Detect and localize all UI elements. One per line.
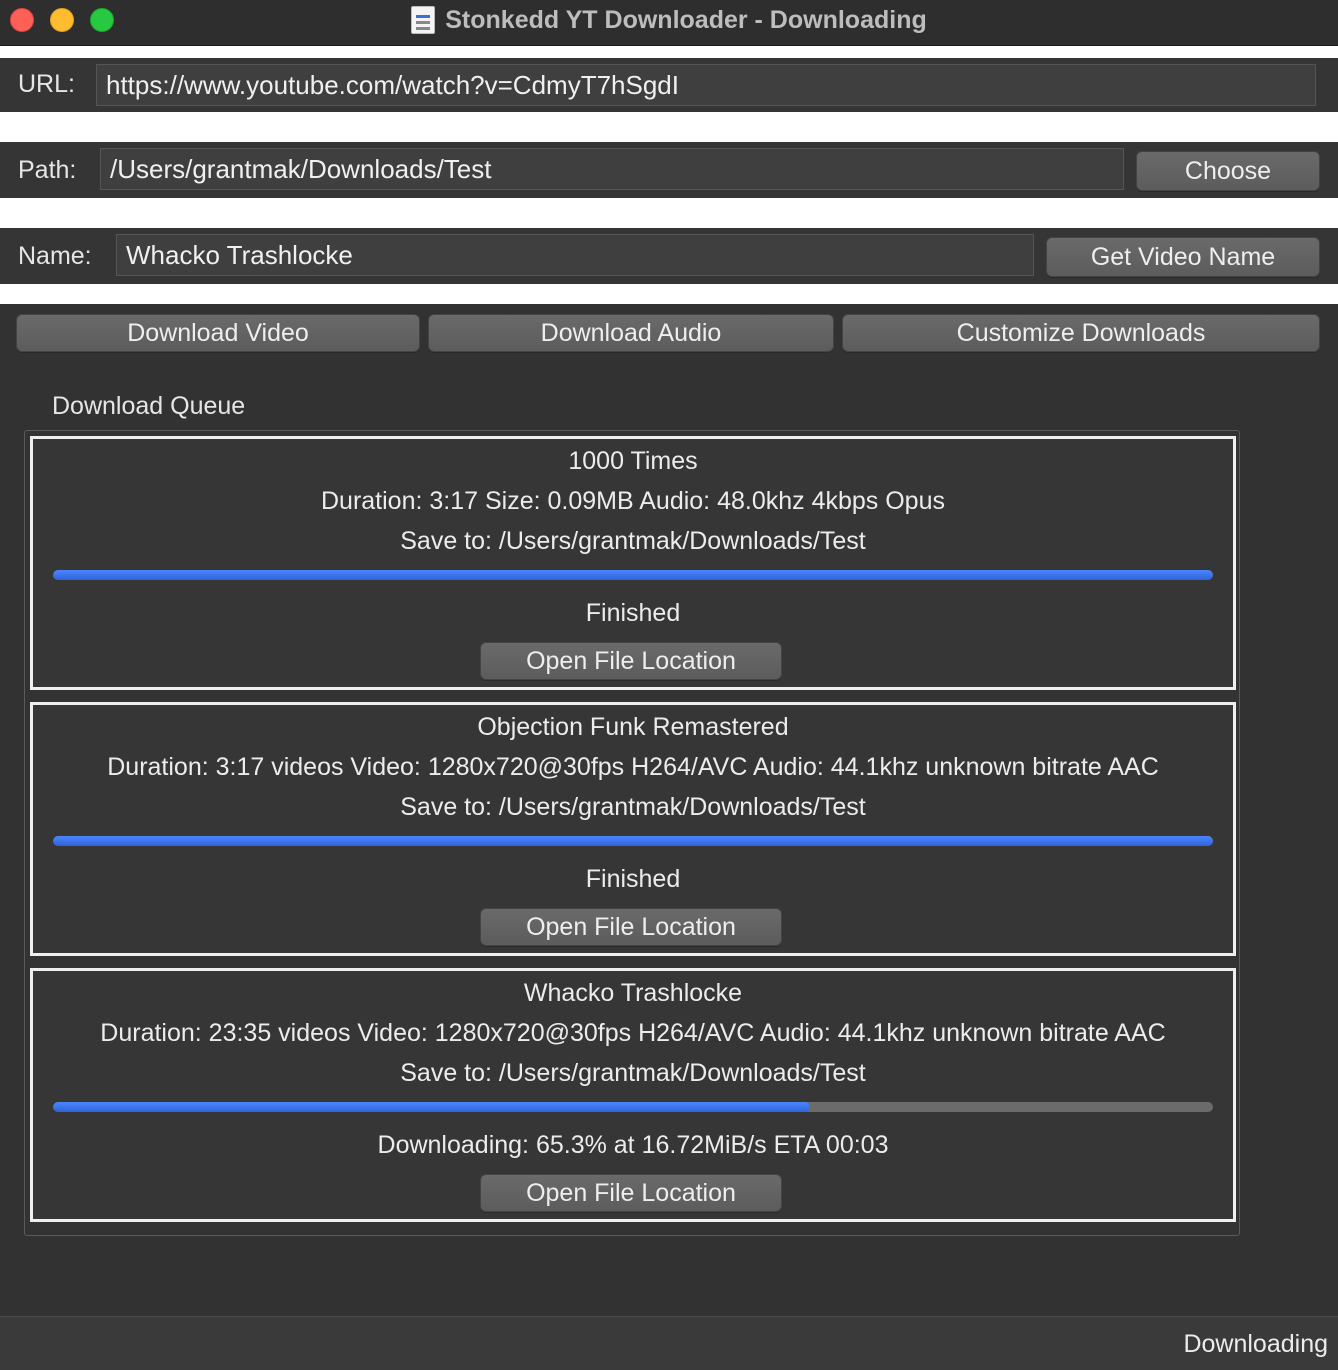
name-input[interactable]: Whacko Trashlocke — [116, 234, 1034, 276]
item-save-path: Save to: /Users/grantmak/Downloads/Test — [400, 527, 866, 555]
queue-heading: Download Queue — [52, 392, 246, 420]
url-label: URL: — [18, 70, 75, 98]
window-title-area: Stonkedd YT Downloader - Downloading — [0, 0, 1338, 40]
item-title: Whacko Trashlocke — [523, 979, 743, 1007]
item-save-path: Save to: /Users/grantmak/Downloads/Test — [400, 793, 866, 821]
window-title: Stonkedd YT Downloader - Downloading — [445, 5, 927, 34]
download-audio-button[interactable]: Download Audio — [428, 314, 834, 352]
status-bar — [0, 1316, 1338, 1370]
progress-bar — [53, 570, 1213, 580]
path-label: Path: — [18, 156, 77, 184]
item-save-path: Save to: /Users/grantmak/Downloads/Test — [400, 1059, 866, 1087]
queue-item: 1000 Times Duration: 3:17 Size: 0.09MB A… — [30, 436, 1236, 690]
item-status: Finished — [585, 599, 681, 627]
name-label: Name: — [18, 242, 92, 270]
item-details: Duration: 3:17 videos Video: 1280x720@30… — [107, 753, 1159, 781]
get-video-name-button[interactable]: Get Video Name — [1046, 237, 1320, 277]
queue-item: Objection Funk Remastered Duration: 3:17… — [30, 702, 1236, 956]
item-status: Finished — [585, 865, 681, 893]
document-icon — [411, 6, 436, 34]
progress-bar — [53, 1102, 1213, 1112]
open-file-location-button[interactable]: Open File Location — [480, 642, 782, 680]
progress-fill — [53, 1102, 811, 1112]
url-input[interactable]: https://www.youtube.com/watch?v=CdmyT7hS… — [96, 64, 1316, 106]
item-status: Downloading: 65.3% at 16.72MiB/s ETA 00:… — [377, 1131, 889, 1159]
item-details: Duration: 23:35 videos Video: 1280x720@3… — [100, 1019, 1166, 1047]
item-title: 1000 Times — [568, 447, 698, 475]
choose-button[interactable]: Choose — [1136, 151, 1320, 191]
download-video-button[interactable]: Download Video — [16, 314, 420, 352]
queue-item: Whacko Trashlocke Duration: 23:35 videos… — [30, 968, 1236, 1222]
customize-downloads-button[interactable]: Customize Downloads — [842, 314, 1320, 352]
status-text: Downloading — [1183, 1330, 1328, 1358]
progress-fill — [53, 570, 1213, 580]
path-input[interactable]: /Users/grantmak/Downloads/Test — [100, 148, 1124, 190]
open-file-location-button[interactable]: Open File Location — [480, 908, 782, 946]
progress-bar — [53, 836, 1213, 846]
item-details: Duration: 3:17 Size: 0.09MB Audio: 48.0k… — [321, 487, 945, 515]
open-file-location-button[interactable]: Open File Location — [480, 1174, 782, 1212]
progress-fill — [53, 836, 1213, 846]
item-title: Objection Funk Remastered — [477, 713, 789, 741]
